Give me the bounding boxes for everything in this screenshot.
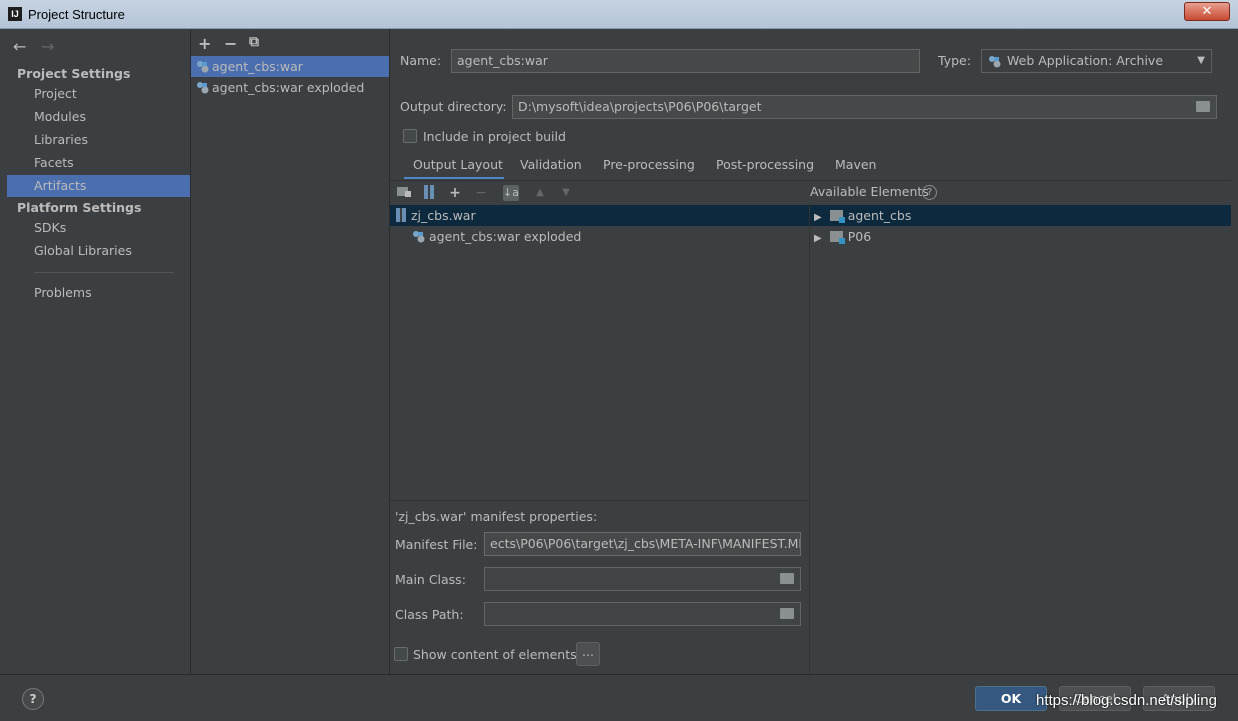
sidebar-item-modules[interactable]: Modules [7, 106, 190, 128]
manifest-properties-panel: 'zj_cbs.war' manifest properties: Manife… [390, 500, 809, 674]
name-field[interactable]: agent_cbs:war [451, 49, 920, 73]
back-arrow-icon[interactable]: ← [13, 37, 26, 56]
module-folder-icon [829, 231, 845, 244]
sidebar-divider [34, 272, 174, 273]
class-path-field[interactable] [484, 602, 801, 626]
project-settings-header: Project Settings [17, 66, 131, 81]
class-path-label: Class Path: [395, 607, 464, 622]
available-row-label: P06 [847, 229, 872, 244]
chevron-down-icon: ▼ [1197, 55, 1205, 66]
tab-output-layout[interactable]: Output Layout [413, 157, 503, 172]
web-artifact-icon [197, 61, 209, 73]
project-structure-dialog: IJ Project Structure ✕ ← → Project Setti… [0, 0, 1238, 721]
forward-arrow-icon[interactable]: → [41, 37, 54, 56]
available-row-label: agent_cbs [847, 208, 912, 223]
close-window-button[interactable]: ✕ [1184, 2, 1230, 21]
browse-folder-icon[interactable] [1196, 101, 1210, 112]
move-up-icon[interactable]: ▲ [532, 185, 548, 201]
output-directory-label: Output directory: [400, 99, 507, 114]
manifest-file-label: Manifest File: [395, 537, 478, 552]
web-artifact-icon [413, 231, 425, 243]
tab-validation[interactable]: Validation [520, 157, 582, 172]
type-label: Type: [938, 53, 971, 68]
main-class-field[interactable] [484, 567, 801, 591]
output-layout-tree: zj_cbs.war agent_cbs:war exploded [390, 204, 809, 500]
sidebar-item-problems[interactable]: Problems [7, 282, 190, 304]
sidebar-item-facets[interactable]: Facets [7, 152, 190, 174]
sidebar-item-libraries[interactable]: Libraries [7, 129, 190, 151]
help-icon[interactable]: ? [922, 185, 937, 200]
show-content-options-button[interactable]: ... [576, 642, 600, 666]
web-artifact-icon [197, 82, 209, 94]
intellij-app-icon: IJ [8, 7, 22, 21]
window-title: Project Structure [28, 7, 125, 22]
artifact-label: agent_cbs:war [212, 59, 303, 74]
tab-maven[interactable]: Maven [835, 157, 876, 172]
archive-icon [396, 208, 406, 222]
show-content-label: Show content of elements [413, 647, 577, 662]
browse-folder-icon[interactable] [780, 573, 794, 584]
tree-row[interactable]: zj_cbs.war [390, 205, 809, 226]
tab-post-processing[interactable]: Post-processing [716, 157, 814, 172]
show-content-checkbox[interactable] [394, 647, 408, 661]
artifact-editor: Name: agent_cbs:war Type: Web Applicatio… [390, 29, 1231, 674]
include-in-build-label: Include in project build [423, 129, 566, 144]
available-row[interactable]: ▶ agent_cbs [810, 205, 1231, 226]
available-elements-tree: ▶ agent_cbs ▶ P06 [809, 204, 1231, 674]
tree-row-label: agent_cbs:war exploded [429, 229, 582, 244]
help-button[interactable]: ? [22, 688, 44, 710]
tree-row[interactable]: agent_cbs:war exploded [390, 226, 809, 247]
artifacts-list-panel: + − ⧉ agent_cbs:war agent_cbs:war explod… [191, 29, 389, 674]
remove-element-icon[interactable]: − [473, 185, 489, 201]
expand-arrow-icon[interactable]: ▶ [814, 233, 822, 244]
type-value: Web Application: Archive [1007, 53, 1164, 68]
artifact-label: agent_cbs:war exploded [212, 80, 365, 95]
module-folder-icon [829, 210, 845, 223]
title-bar: IJ Project Structure ✕ [0, 0, 1238, 29]
output-directory-field[interactable]: D:\mysoft\idea\projects\P06\P06\target [512, 95, 1217, 119]
new-directory-icon[interactable] [396, 185, 412, 201]
output-directory-value: D:\mysoft\idea\projects\P06\P06\target [518, 99, 762, 114]
watermark: https://blog.csdn.net/slpling [1036, 692, 1217, 709]
expand-arrow-icon[interactable]: ▶ [814, 212, 822, 223]
add-artifact-button[interactable]: + [198, 34, 211, 53]
name-label: Name: [400, 53, 442, 68]
layout-toolbar: + − ↓a ▲ ▼ Available Elements ? [390, 180, 1231, 204]
create-archive-icon[interactable] [421, 185, 437, 201]
browse-folder-icon[interactable] [780, 608, 794, 619]
artifact-item[interactable]: agent_cbs:war [191, 56, 389, 77]
sidebar-item-sdks[interactable]: SDKs [7, 217, 190, 239]
type-dropdown[interactable]: Web Application: Archive ▼ [981, 49, 1212, 73]
copy-artifact-button[interactable]: ⧉ [249, 34, 259, 50]
main-class-label: Main Class: [395, 572, 466, 587]
add-element-icon[interactable]: + [447, 185, 463, 201]
settings-sidebar: ← → Project Settings Project Modules Lib… [7, 29, 190, 674]
sidebar-item-global-libraries[interactable]: Global Libraries [7, 240, 190, 262]
manifest-title: 'zj_cbs.war' manifest properties: [395, 509, 598, 524]
include-in-build-checkbox[interactable] [403, 129, 417, 143]
available-elements-label: Available Elements [810, 184, 929, 199]
platform-settings-header: Platform Settings [17, 200, 142, 215]
sidebar-item-project[interactable]: Project [7, 83, 190, 105]
move-down-icon[interactable]: ▼ [558, 185, 574, 201]
tab-pre-processing[interactable]: Pre-processing [603, 157, 695, 172]
manifest-file-field[interactable]: ects\P06\P06\target\zj_cbs\META-INF\MANI… [484, 532, 801, 556]
sidebar-item-artifacts[interactable]: Artifacts [7, 175, 190, 197]
web-artifact-icon [989, 56, 1001, 68]
active-tab-indicator [404, 177, 504, 179]
tree-row-label: zj_cbs.war [411, 208, 476, 223]
sort-elements-icon[interactable]: ↓a [503, 185, 519, 201]
remove-artifact-button[interactable]: − [224, 34, 237, 53]
artifact-item[interactable]: agent_cbs:war exploded [191, 77, 389, 98]
available-row[interactable]: ▶ P06 [810, 226, 1231, 247]
